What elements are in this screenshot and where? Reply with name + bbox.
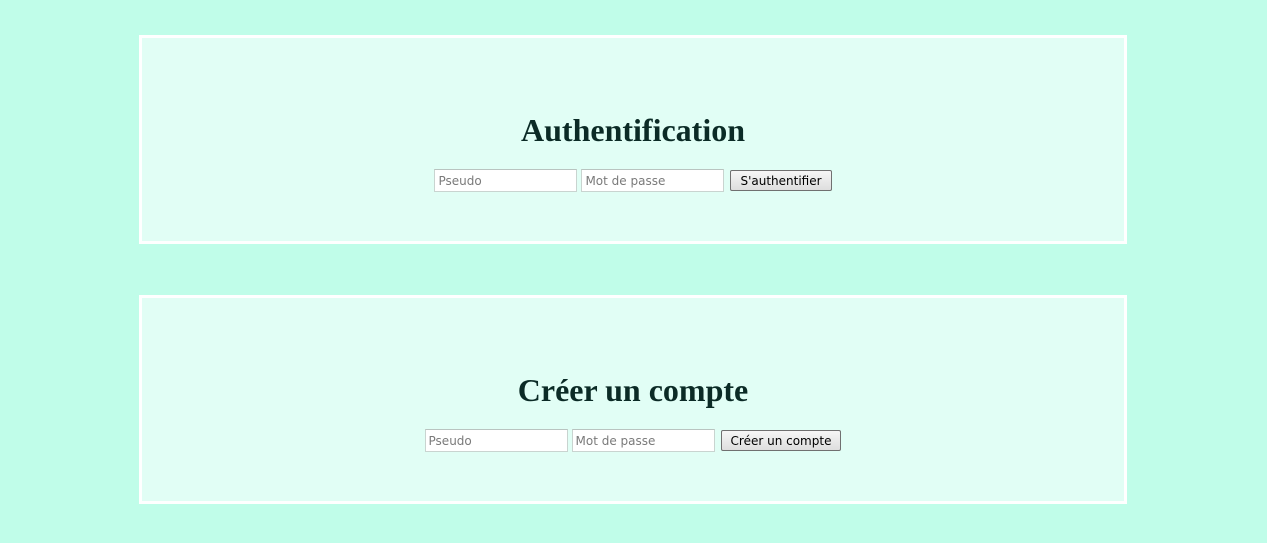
signup-submit-button[interactable]: Créer un compte [720,430,842,451]
login-title: Authentification [521,112,745,148]
login-panel: Authentification S'authentifier [139,35,1127,244]
signup-panel: Créer un compte Créer un compte [139,295,1127,504]
login-submit-button[interactable]: S'authentifier [730,170,832,191]
login-form: S'authentifier [142,169,1124,192]
signup-form: Créer un compte [142,429,1124,452]
login-password-field[interactable] [581,169,725,192]
signup-password-field[interactable] [571,429,715,452]
signup-title: Créer un compte [517,372,749,408]
signup-username-field[interactable] [424,429,568,452]
login-username-field[interactable] [434,169,578,192]
